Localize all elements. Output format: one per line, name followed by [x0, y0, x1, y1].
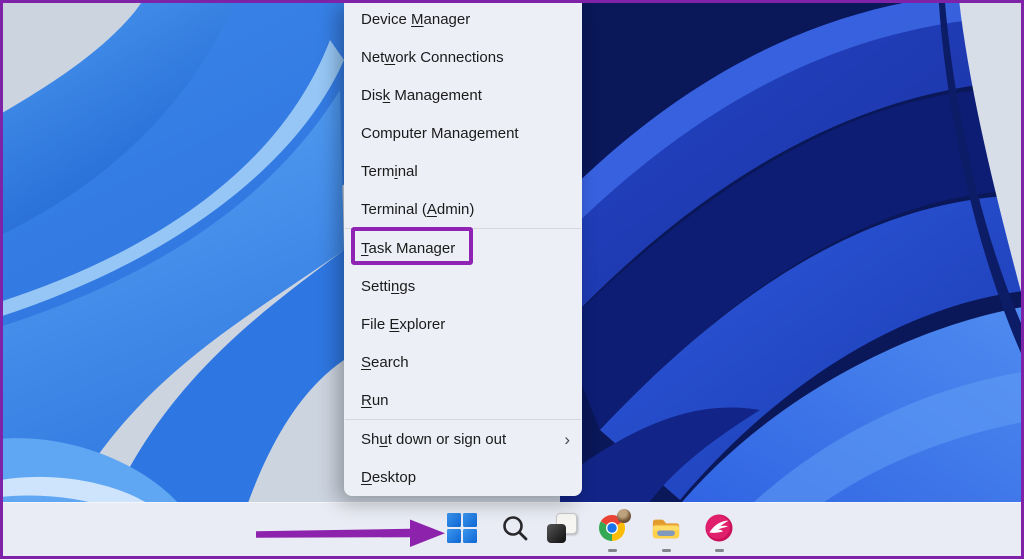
search-icon[interactable] — [500, 513, 530, 543]
menu-item-network-connections[interactable]: Network Connections — [344, 38, 582, 76]
menu-item-search[interactable]: Search — [344, 343, 582, 381]
menu-item-shut-down-or-sign-out[interactable]: Shut down or sign out › — [344, 420, 582, 458]
menu-item-terminal[interactable]: Terminal — [344, 152, 582, 190]
file-explorer-running-indicator — [662, 549, 671, 552]
pink-app-running-indicator — [715, 549, 724, 552]
menu-item-file-explorer[interactable]: File Explorer — [344, 305, 582, 343]
menu-item-device-manager[interactable]: Device Manager — [344, 0, 582, 38]
start-logo-pane — [463, 513, 477, 527]
chrome-profile-avatar — [617, 509, 631, 523]
start-logo-pane — [463, 529, 477, 543]
task-view-icon[interactable] — [547, 513, 577, 543]
windows-desktop: Device Manager Network Connections Disk … — [0, 0, 1024, 559]
pink-feather-app-icon[interactable] — [704, 513, 734, 543]
menu-item-run[interactable]: Run — [344, 381, 582, 419]
menu-item-settings[interactable]: Settings — [344, 267, 582, 305]
task-view-front-pane — [547, 524, 566, 543]
winx-context-menu: Device Manager Network Connections Disk … — [344, 0, 582, 496]
menu-item-desktop[interactable]: Desktop — [344, 458, 582, 496]
submenu-chevron-icon: › — [564, 429, 570, 449]
chrome-running-indicator — [608, 549, 617, 552]
chrome-icon[interactable] — [597, 509, 631, 543]
annotation-arrow — [256, 519, 445, 547]
menu-item-computer-management[interactable]: Computer Management — [344, 114, 582, 152]
task-manager-highlight-box — [351, 227, 473, 265]
menu-item-disk-management[interactable]: Disk Management — [344, 76, 582, 114]
menu-item-terminal-admin[interactable]: Terminal (Admin) — [344, 190, 582, 228]
file-explorer-icon[interactable] — [651, 513, 681, 543]
